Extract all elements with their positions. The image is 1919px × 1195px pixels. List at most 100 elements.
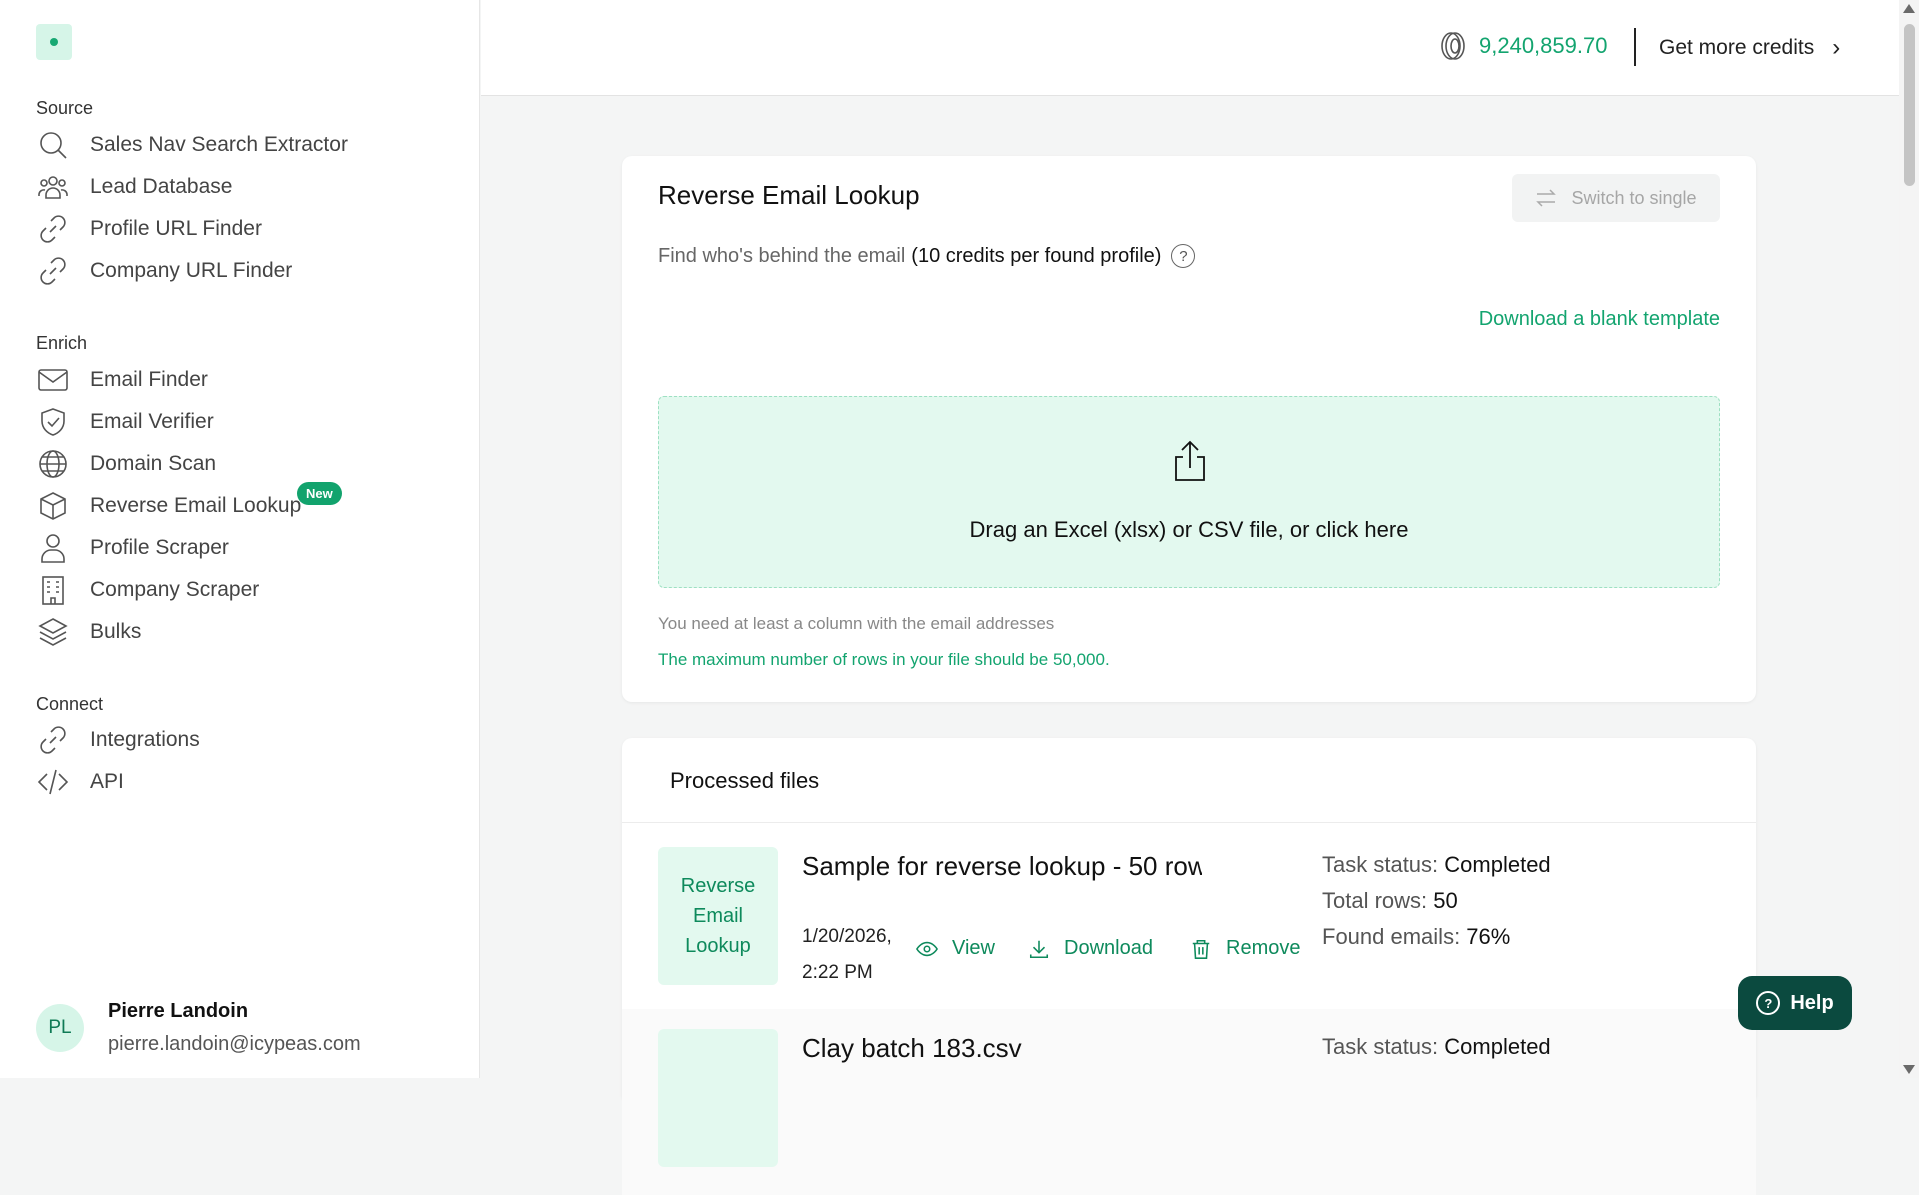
link-icon <box>36 723 70 757</box>
sidebar-item-label: Email Verifier <box>90 410 214 433</box>
user-email: pierre.landoin@icypeas.com <box>108 1033 361 1055</box>
scroll-thumb[interactable] <box>1904 24 1915 186</box>
globe-icon <box>36 447 70 481</box>
section-label-source: Source <box>36 98 94 118</box>
thumb-line: Lookup <box>685 935 751 957</box>
thumb-line: Reverse <box>680 875 756 897</box>
help-button[interactable]: ? Help <box>1738 976 1852 1030</box>
task-status-block: Task status: Completed Total rows: 50 Fo… <box>1322 847 1551 955</box>
sidebar-item-bulks[interactable]: Bulks <box>36 614 141 650</box>
view-label: View <box>952 937 995 959</box>
sidebar-item-reverse-email-lookup[interactable]: Reverse Email Lookup <box>36 488 301 524</box>
search-icon <box>36 128 70 162</box>
processed-files-title: Processed files <box>670 768 820 793</box>
max-rows-note: The maximum number of rows in your file … <box>658 650 1110 669</box>
cube-icon <box>36 489 70 523</box>
download-icon <box>1029 940 1049 958</box>
sidebar-item-label: Company URL Finder <box>90 259 293 282</box>
page-title: Reverse Email Lookup <box>658 180 920 210</box>
found-emails-label: Found emails: <box>1322 924 1467 949</box>
task-status-label: Task status: <box>1322 852 1445 877</box>
switch-to-single-label: Switch to single <box>1571 187 1697 208</box>
sidebar: Source Sales Nav Search Extractor Lead D… <box>0 0 480 1078</box>
users-icon <box>36 170 70 204</box>
section-label-connect: Connect <box>36 694 104 714</box>
code-icon <box>36 765 70 799</box>
sidebar-item-profile-url-finder[interactable]: Profile URL Finder <box>36 211 262 247</box>
sidebar-item-label: Profile URL Finder <box>90 217 262 240</box>
view-button[interactable]: View <box>916 937 995 960</box>
chevron-right-icon: › <box>1832 34 1841 61</box>
file-dropzone[interactable]: Drag an Excel (xlsx) or CSV file, or cli… <box>658 396 1720 588</box>
building-icon <box>36 573 70 607</box>
sidebar-item-label: Domain Scan <box>90 452 217 475</box>
sidebar-item-label: Email Finder <box>90 368 208 391</box>
sidebar-item-domain-scan[interactable]: Domain Scan <box>36 446 216 482</box>
section-label-enrich: Enrich <box>36 333 88 353</box>
get-more-credits-label: Get more credits <box>1659 36 1815 59</box>
sidebar-item-company-url-finder[interactable]: Company URL Finder <box>36 253 292 289</box>
sidebar-item-sales-nav-search-extractor[interactable]: Sales Nav Search Extractor <box>36 127 348 163</box>
link-icon <box>36 212 70 246</box>
help-label: Help <box>1790 991 1834 1014</box>
task-status-value: Completed <box>1444 1034 1551 1059</box>
sidebar-item-company-scraper[interactable]: Company Scraper <box>36 572 259 608</box>
shield-check-icon <box>36 405 70 439</box>
help-icon: ? <box>1756 991 1781 1015</box>
total-rows-value: 50 <box>1433 888 1458 913</box>
file-date-line: 2:22 PM <box>802 962 873 983</box>
sidebar-item-label: Sales Nav Search Extractor <box>90 133 348 156</box>
coins-icon <box>1441 32 1465 60</box>
user-name: Pierre Landoin <box>108 1000 249 1022</box>
sidebar-item-lead-database[interactable]: Lead Database <box>36 169 232 205</box>
sidebar-item-integrations[interactable]: Integrations <box>36 722 200 758</box>
link-icon <box>36 254 70 288</box>
task-status-label: Task status: <box>1322 1034 1445 1059</box>
sidebar-item-label: Lead Database <box>90 175 233 198</box>
reverse-email-lookup-card: Reverse Email Lookup Switch to single Fi… <box>622 156 1756 702</box>
column-requirement-note: You need at least a column with the emai… <box>658 614 1055 633</box>
sidebar-item-api[interactable]: API <box>36 764 124 800</box>
sidebar-item-label: Profile Scraper <box>90 536 229 559</box>
app-logo[interactable] <box>36 24 72 60</box>
found-emails-value: 76% <box>1466 924 1511 949</box>
task-status-block: Task status: Completed <box>1322 1029 1551 1065</box>
person-icon <box>36 531 70 565</box>
help-circle-icon[interactable]: ? <box>1171 244 1196 268</box>
mail-icon <box>36 363 70 397</box>
file-date-line: 1/20/2026, <box>802 926 892 947</box>
credits-balance: 9,240,859.70 <box>1439 30 1607 62</box>
remove-label: Remove <box>1226 937 1301 959</box>
thumb-line: Email <box>692 905 743 927</box>
divider <box>1634 28 1636 66</box>
download-template-link[interactable]: Download a blank template <box>1479 308 1720 331</box>
task-status-value: Completed <box>1444 852 1551 877</box>
file-thumbnail <box>658 1029 778 1167</box>
credits-per-profile: (10 credits per found profile) <box>911 244 1162 267</box>
processed-files-card: Processed files Reverse Email Lookup Sam… <box>622 738 1756 1195</box>
sidebar-item-email-verifier[interactable]: Email Verifier <box>36 404 214 440</box>
lookup-subtitle: Find who's behind the email (10 credits … <box>658 244 1196 268</box>
switch-to-single-button[interactable]: Switch to single <box>1512 174 1720 222</box>
subtitle-text: Find who's behind the email <box>658 244 906 267</box>
credits-value: 9,240,859.70 <box>1479 33 1608 58</box>
swap-icon <box>1536 189 1557 207</box>
total-rows-label: Total rows: <box>1322 888 1434 913</box>
table-row: Reverse Email Lookup Sample for reverse … <box>622 823 1756 1009</box>
get-more-credits-link[interactable]: Get more credits › <box>1659 34 1840 62</box>
sidebar-item-label: Bulks <box>90 620 142 643</box>
sidebar-item-profile-scraper[interactable]: Profile Scraper <box>36 530 229 566</box>
file-name: Clay batch 183.csv <box>802 1033 1022 1063</box>
remove-button[interactable]: Remove <box>1190 937 1300 960</box>
layers-icon <box>36 615 70 649</box>
scroll-up-icon[interactable] <box>1903 4 1915 13</box>
top-bar: 9,240,859.70 Get more credits › <box>481 0 1899 96</box>
trash-icon <box>1192 939 1210 959</box>
sidebar-item-email-finder[interactable]: Email Finder <box>36 362 208 398</box>
scrollbar[interactable] <box>1899 0 1919 1078</box>
scroll-down-icon[interactable] <box>1903 1065 1915 1074</box>
sidebar-item-label: Integrations <box>90 728 200 751</box>
eye-icon <box>916 941 938 956</box>
download-button[interactable]: Download <box>1028 937 1153 960</box>
user-profile[interactable]: PL Pierre Landoin pierre.landoin@icypeas… <box>36 1000 361 1056</box>
